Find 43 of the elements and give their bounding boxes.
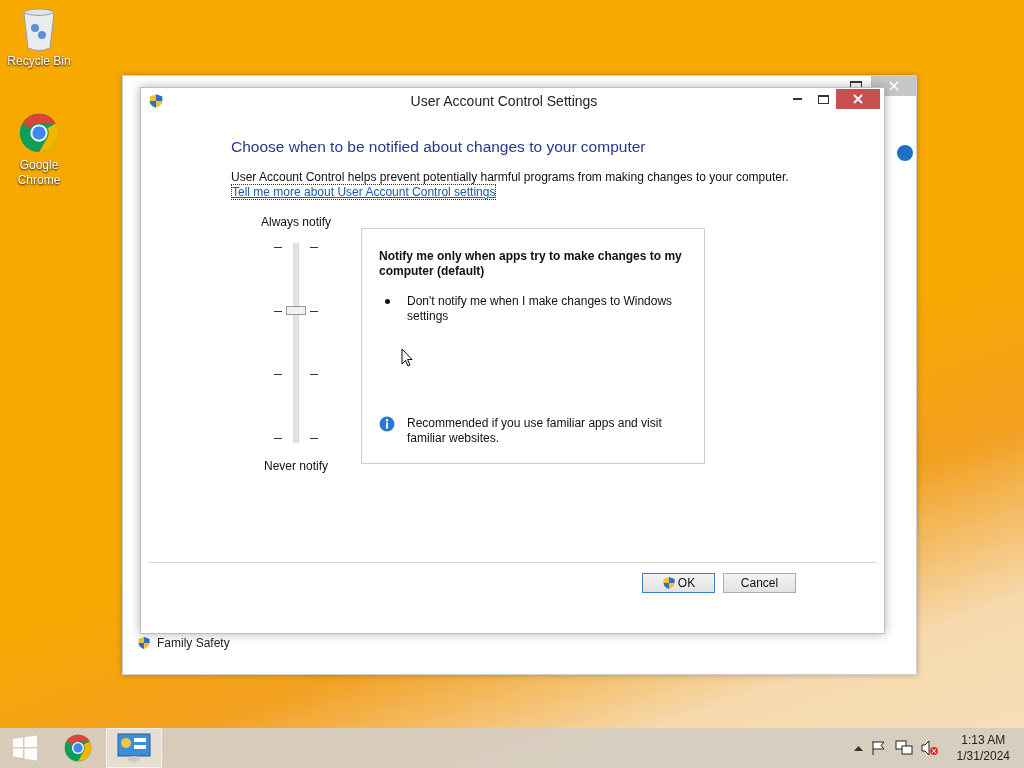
note-text: Recommended if you use familiar apps and visit familiar websites. [407, 416, 663, 446]
recycle-bin-icon [22, 8, 56, 52]
shield-icon [137, 636, 151, 650]
tick-mark [310, 374, 318, 376]
clock-time[interactable]: 1:13 AM [961, 732, 1006, 748]
maximize-icon [817, 94, 829, 104]
close-icon [853, 94, 863, 104]
shield-icon [661, 576, 676, 590]
panel-title: Notify me only when apps try to make changes to my computer (default) [379, 249, 683, 279]
control-panel-icon [117, 733, 151, 763]
tick-mark [274, 247, 282, 248]
tick-mark [310, 310, 318, 312]
slider-bottom-label: Never notify [264, 459, 328, 473]
taskbar-button[interactable] [106, 728, 162, 768]
slider-thumb[interactable] [286, 306, 306, 315]
help-link[interactable]: Tell me more about User Account Control settings [231, 184, 497, 200]
window-panes-icon [12, 735, 38, 761]
speaker-muted-icon[interactable] [920, 740, 939, 756]
cursor-icon [401, 348, 413, 367]
bullet-icon [385, 299, 390, 304]
bullet-text: Don't notify me when I make changes to Windows settings [407, 294, 674, 324]
tick-mark [274, 437, 282, 439]
chrome-icon [62, 732, 94, 764]
clock-date[interactable]: 1/31/2024 [956, 748, 1010, 764]
sidebar-link[interactable]: Family Safety [157, 636, 230, 650]
dialog-heading: Choose when to be notified about changes to your computer [231, 138, 647, 156]
description-text: User Account Control helps prevent potentially harmful programs from making changes to your computer. [231, 170, 790, 184]
flag-icon[interactable] [870, 740, 887, 756]
shield-icon [148, 93, 164, 109]
window-title: User Account Control Settings [409, 93, 599, 109]
chevron-up-icon[interactable] [853, 745, 863, 751]
ok-button[interactable]: OK [642, 573, 715, 593]
info-icon [379, 416, 395, 432]
tick-mark [310, 437, 318, 439]
tick-mark [310, 247, 318, 248]
tick-mark [274, 374, 282, 376]
minimize-icon [792, 98, 802, 100]
network-icon[interactable] [894, 740, 913, 756]
slider-top-label: Always notify [261, 215, 331, 229]
cancel-button[interactable]: Cancel [723, 573, 796, 593]
close-button[interactable] [836, 89, 880, 109]
tick-mark [274, 310, 282, 312]
close-icon [888, 81, 899, 91]
